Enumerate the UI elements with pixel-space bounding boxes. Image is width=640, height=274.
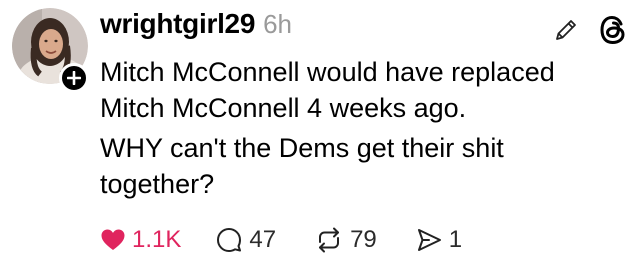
heart-icon — [101, 229, 125, 250]
thread-post: wrightgirl29 6h Mitch McConnell would ha… — [0, 0, 640, 274]
like-count: 1.1K — [132, 226, 182, 253]
post-actions: 1.1K 47 79 1 — [100, 222, 462, 258]
post-text: Mitch McConnell would have replaced Mitc… — [100, 54, 620, 202]
comment-button[interactable]: 47 — [215, 226, 276, 254]
post-text-line: Mitch McConnell would have replaced Mitc… — [100, 57, 555, 123]
share-count: 1 — [448, 226, 463, 253]
avatar-container[interactable] — [12, 8, 89, 93]
plus-icon — [67, 71, 81, 85]
edit-pencil-icon[interactable] — [552, 16, 580, 44]
repost-button[interactable]: 79 — [314, 226, 377, 254]
username[interactable]: wrightgirl29 — [100, 8, 255, 40]
post-time: 6h — [263, 9, 293, 39]
repost-count: 79 — [350, 226, 377, 253]
header-actions — [552, 14, 628, 46]
threads-logo-icon[interactable] — [598, 14, 628, 46]
post-header: wrightgirl29 6h — [100, 8, 292, 48]
post-text-line: WHY can't the Dems get their shit togeth… — [100, 133, 504, 199]
comment-count: 47 — [249, 226, 277, 253]
repost-icon — [319, 227, 340, 253]
send-icon — [417, 229, 441, 251]
follow-button[interactable] — [59, 63, 89, 93]
like-button[interactable]: 1.1K — [100, 226, 181, 254]
comment-icon — [217, 228, 242, 252]
share-button[interactable]: 1 — [415, 226, 462, 254]
